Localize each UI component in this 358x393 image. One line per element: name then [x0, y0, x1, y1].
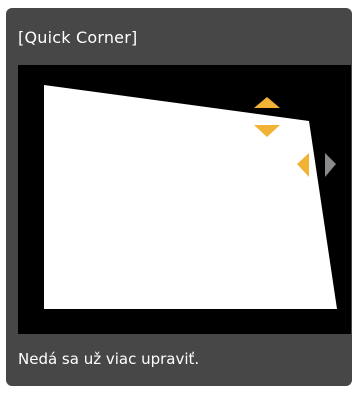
status-message: Nedá sa už viac upraviť.	[18, 350, 200, 368]
quick-corner-dialog: [Quick Corner] Nedá sa už viac upraviť.	[6, 8, 352, 386]
projected-image-shape	[44, 85, 337, 309]
dialog-title: [Quick Corner]	[18, 28, 138, 47]
corner-preview-canvas	[44, 85, 337, 309]
arrow-right-icon	[325, 153, 336, 177]
corner-preview-area	[18, 65, 351, 334]
arrow-up-icon[interactable]	[254, 97, 280, 108]
